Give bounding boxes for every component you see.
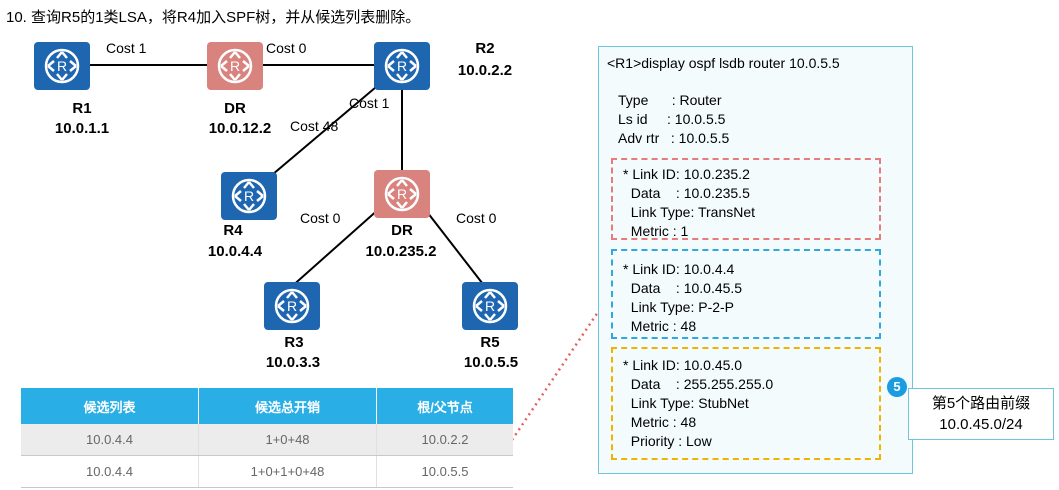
link-line: Metric : 48 bbox=[623, 414, 697, 430]
table-cell: 10.0.4.4 bbox=[21, 424, 199, 456]
link-line: Data : 10.0.235.5 bbox=[623, 185, 750, 201]
table-cell: 1+0+48 bbox=[198, 424, 377, 456]
router-icon-r1: R bbox=[34, 42, 90, 90]
router-id-r3: 10.0.3.3 bbox=[265, 354, 321, 371]
lsdb-adv-rtr: Adv rtr : 10.0.5.5 bbox=[618, 130, 730, 146]
router-name-r3: R3 bbox=[284, 334, 304, 351]
link-line: * Link ID: 10.0.45.0 bbox=[623, 357, 743, 373]
link-line: Priority : Low bbox=[623, 433, 712, 449]
router-id-r5: 10.0.5.5 bbox=[463, 354, 519, 371]
candidate-table-header: 候选列表 候选总开销 根/父节点 bbox=[21, 388, 513, 424]
route-prefix-callout: 第5个路由前缀 10.0.45.0/24 bbox=[908, 388, 1054, 440]
router-icon-dr2: R bbox=[374, 170, 430, 218]
link-line: Link Type: TransNet bbox=[623, 204, 756, 220]
lsdb-ls-id: Ls id : 10.0.5.5 bbox=[618, 111, 726, 127]
callout-line2: 10.0.45.0/24 bbox=[939, 416, 1023, 433]
header-total-cost: 候选总开销 bbox=[198, 388, 377, 424]
svg-text:R: R bbox=[287, 298, 297, 314]
svg-text:R: R bbox=[397, 58, 407, 74]
router-icon-r2: R bbox=[374, 42, 430, 90]
link-line: Link Type: StubNet bbox=[623, 395, 749, 411]
router-name-r5: R5 bbox=[480, 334, 500, 351]
header-parent-node: 根/父节点 bbox=[376, 388, 513, 424]
callout-connector bbox=[510, 311, 600, 441]
cost-label-dr2-r3: Cost 0 bbox=[300, 210, 341, 226]
table-row: 10.0.4.4 1+0+48 10.0.2.2 bbox=[21, 424, 513, 456]
router-icon-r5: R bbox=[462, 282, 518, 330]
link-box-stubnet: * Link ID: 10.0.45.0 Data : 255.255.255.… bbox=[611, 347, 881, 460]
link-line: Data : 10.0.45.5 bbox=[623, 280, 743, 296]
router-id-r2: 10.0.2.2 bbox=[457, 62, 513, 79]
router-name-r2: R2 bbox=[475, 40, 495, 57]
svg-text:R: R bbox=[230, 58, 240, 74]
callout-line1: 第5个路由前缀 bbox=[931, 395, 1031, 412]
router-id-r1: 10.0.1.1 bbox=[54, 120, 110, 137]
svg-text:R: R bbox=[57, 58, 67, 74]
table-cell: 10.0.5.5 bbox=[376, 455, 513, 488]
lsdb-output-panel: <R1>display ospf lsdb router 10.0.5.5 Ty… bbox=[598, 46, 913, 474]
cost-label-r2-r4: Cost 48 bbox=[290, 118, 339, 134]
router-icon-r3: R bbox=[264, 282, 320, 330]
router-name-r4: R4 bbox=[223, 222, 243, 239]
lsdb-command: <R1>display ospf lsdb router 10.0.5.5 bbox=[607, 55, 840, 71]
router-icon-dr1: R bbox=[207, 42, 263, 90]
router-name-dr1: DR bbox=[224, 100, 246, 117]
link-box-p2p: * Link ID: 10.0.4.4 Data : 10.0.45.5 Lin… bbox=[611, 249, 881, 339]
router-id-dr1: 10.0.12.2 bbox=[208, 120, 272, 137]
table-cell: 10.0.2.2 bbox=[376, 424, 513, 456]
router-id-dr2: 10.0.235.2 bbox=[365, 243, 437, 260]
cost-label-dr2-r5: Cost 0 bbox=[456, 210, 497, 226]
svg-text:R: R bbox=[244, 188, 254, 204]
table-cell: 1+0+1+0+48 bbox=[198, 455, 377, 488]
router-name-r1: R1 bbox=[72, 100, 92, 117]
link-line: Data : 255.255.255.0 bbox=[623, 376, 774, 392]
cost-label-dr1-r2: Cost 0 bbox=[266, 40, 307, 56]
cost-label-r1-dr1: Cost 1 bbox=[106, 40, 147, 56]
link-line: Metric : 1 bbox=[623, 223, 689, 239]
table-row: 10.0.4.4 1+0+1+0+48 10.0.5.5 bbox=[21, 455, 513, 488]
link-line: Link Type: P-2-P bbox=[623, 299, 735, 315]
router-id-r4: 10.0.4.4 bbox=[207, 243, 263, 260]
link-box-transnet: * Link ID: 10.0.235.2 Data : 10.0.235.5 … bbox=[611, 158, 881, 240]
link-line: * Link ID: 10.0.235.2 bbox=[623, 166, 750, 182]
router-icon-r4: R bbox=[221, 172, 277, 220]
link-line: * Link ID: 10.0.4.4 bbox=[623, 261, 735, 277]
lsdb-type: Type : Router bbox=[618, 92, 722, 108]
table-cell: 10.0.4.4 bbox=[21, 455, 199, 488]
svg-text:R: R bbox=[397, 186, 407, 202]
svg-text:R: R bbox=[485, 298, 495, 314]
header-candidate-list: 候选列表 bbox=[21, 388, 199, 424]
candidate-table: 候选列表 候选总开销 根/父节点 10.0.4.4 1+0+48 10.0.2.… bbox=[21, 388, 513, 488]
link-line: Metric : 48 bbox=[623, 318, 697, 334]
cost-label-r2-dr2: Cost 1 bbox=[349, 95, 390, 111]
router-name-dr2: DR bbox=[391, 222, 413, 239]
step-number-badge: 5 bbox=[887, 377, 907, 397]
